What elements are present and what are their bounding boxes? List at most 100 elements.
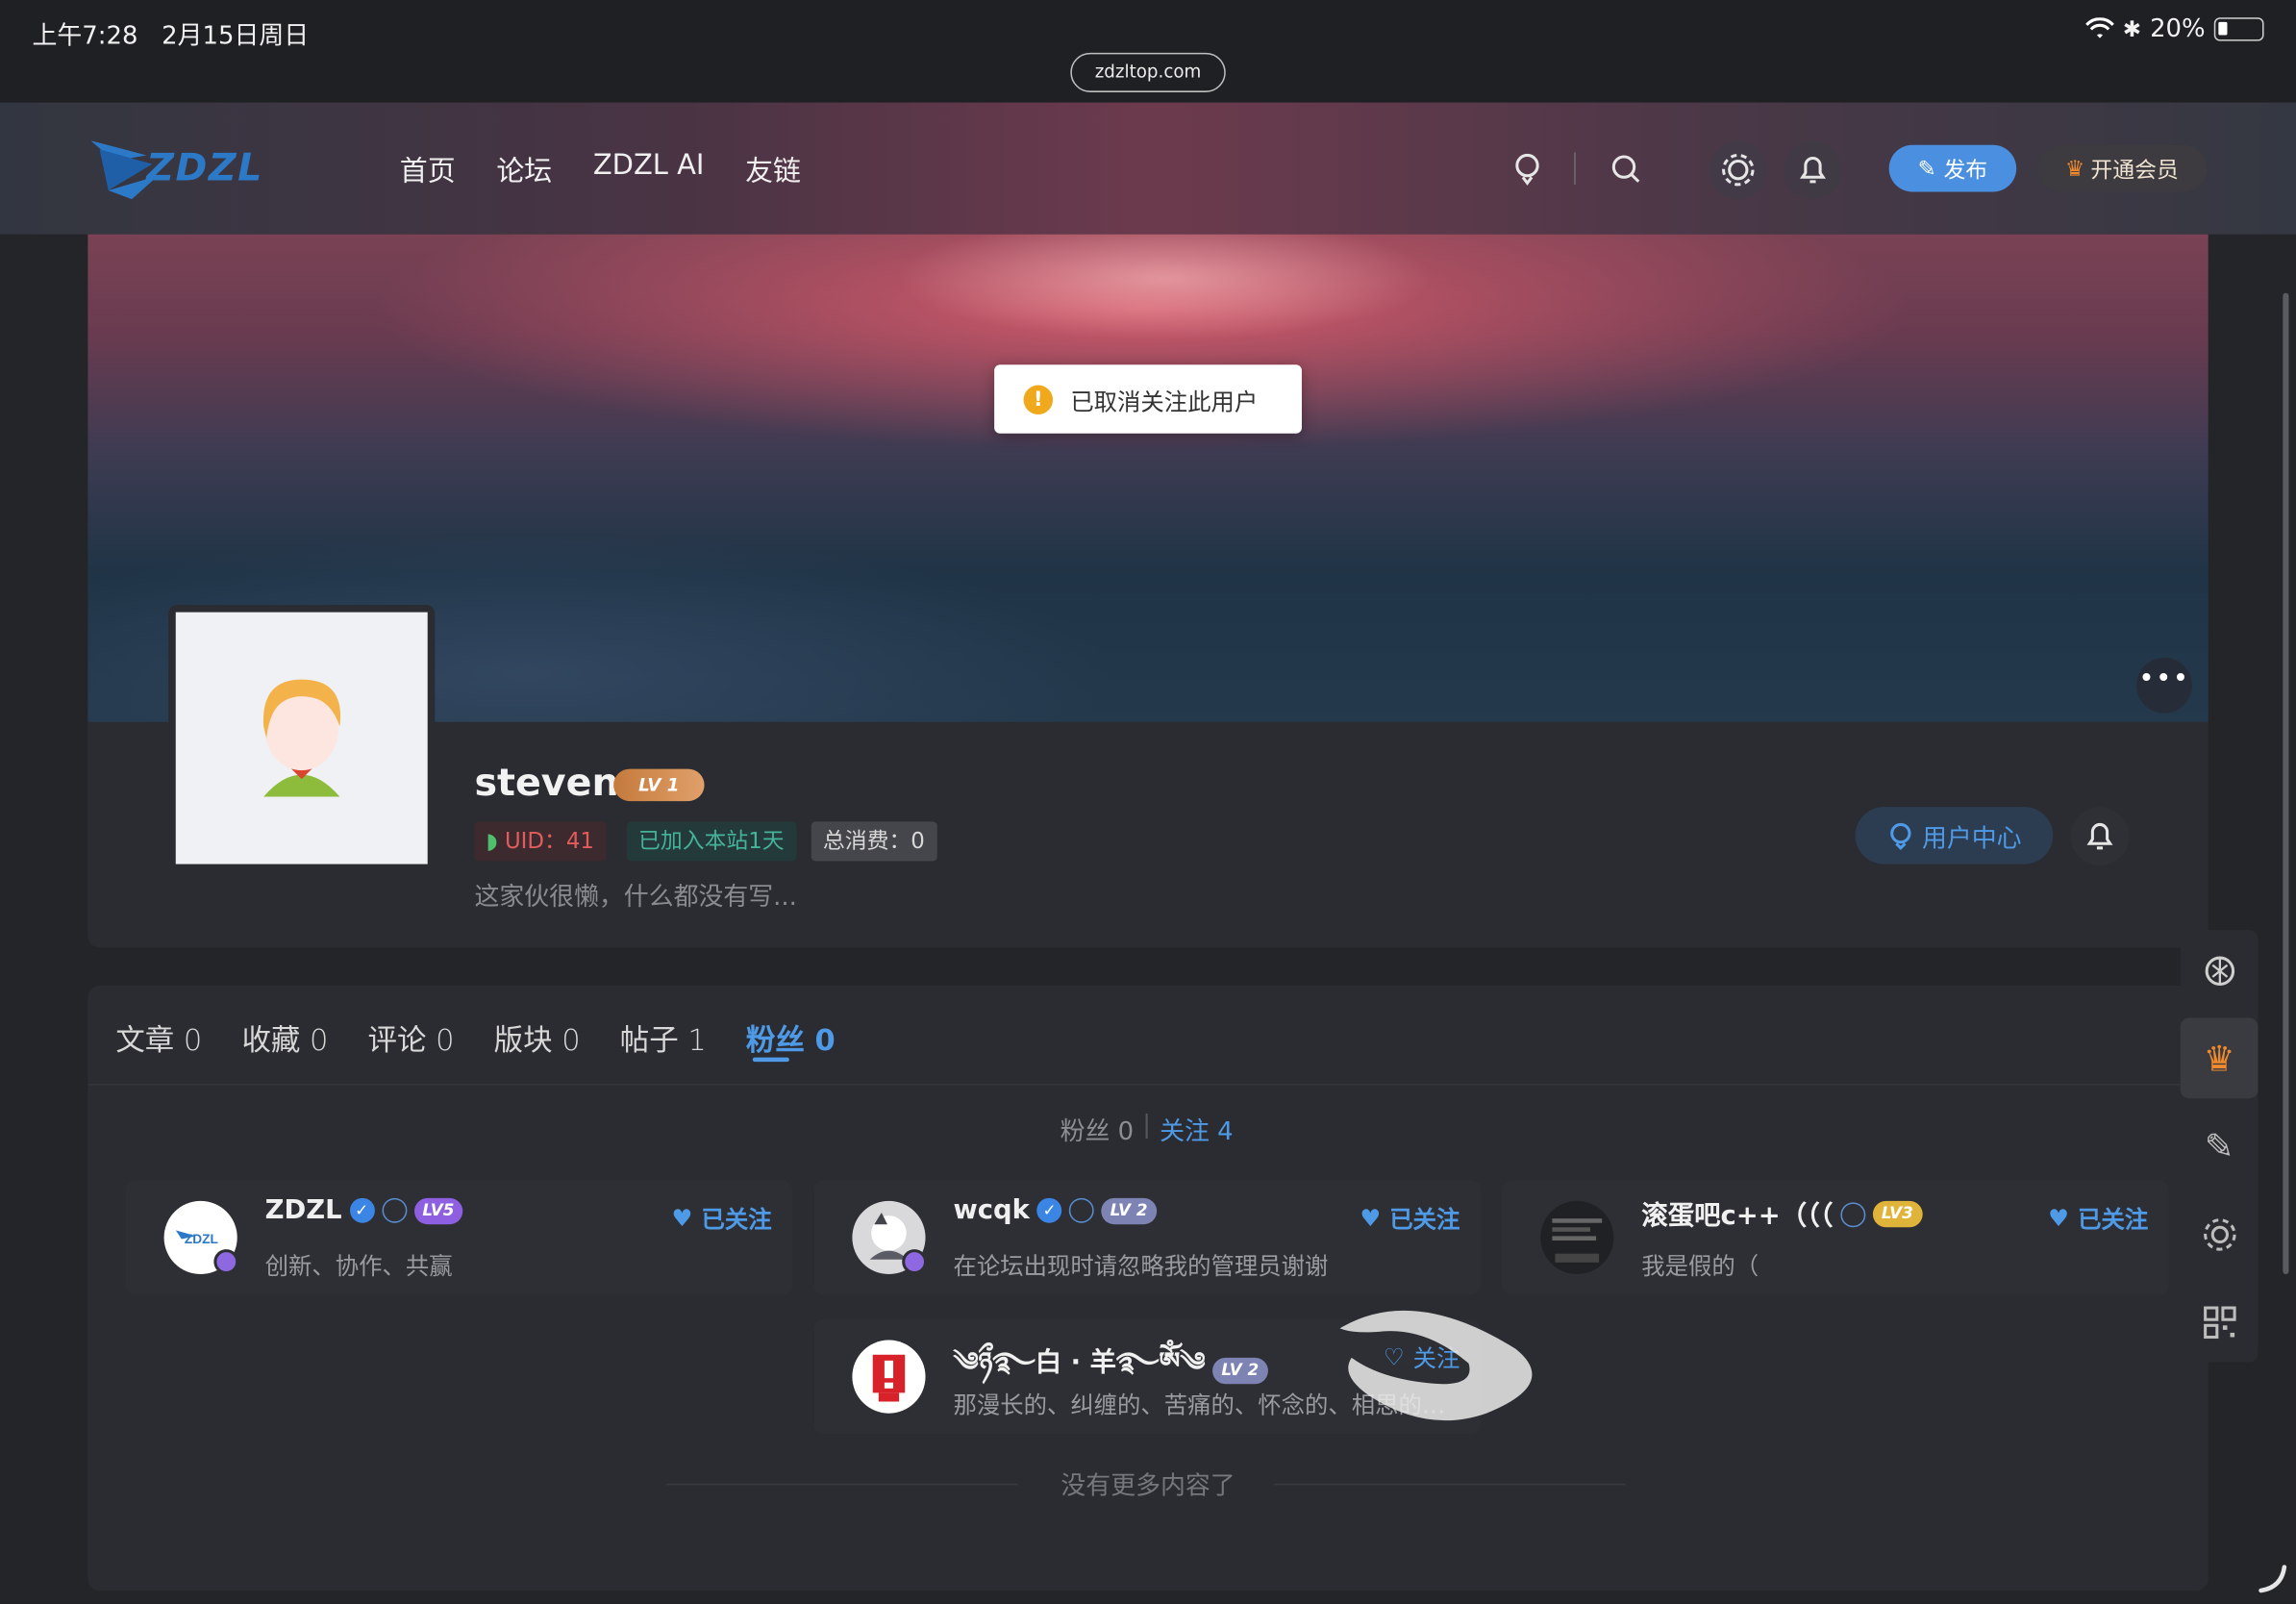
follow-label: 已关注: [1389, 1205, 1460, 1234]
verified-badge-icon: [213, 1249, 239, 1275]
following-count[interactable]: 关注 4: [1160, 1110, 1234, 1146]
date: 2月15日周日: [162, 21, 310, 52]
status-right: ✱ 20%: [2084, 14, 2264, 44]
qrcode-side-button[interactable]: [2181, 1282, 2259, 1363]
nav-ai[interactable]: ZDZL AI: [593, 149, 705, 188]
chatgpt-button[interactable]: [2181, 930, 2259, 1011]
active-tab-indicator: [752, 1057, 789, 1063]
screen-root: 上午7:28 2月15日周日 ✱ 20% zdzltop.com ZDZL 首页…: [0, 0, 2296, 1604]
publish-label: 发布: [1943, 156, 1988, 183]
tab-count: 0: [183, 1022, 203, 1058]
edit-side-button[interactable]: ✎: [2181, 1106, 2259, 1187]
vip-side-button[interactable]: ♛: [2180, 1017, 2259, 1099]
battery-icon: [2213, 17, 2264, 41]
ai-assistant-icon[interactable]: [1506, 146, 1550, 190]
logo-text: ZDZL: [146, 146, 263, 190]
counts-separator: |: [1142, 1110, 1152, 1140]
wifi-icon: [2084, 17, 2114, 38]
user-name[interactable]: 滚蛋吧c++（（（: [1641, 1195, 1833, 1234]
user-center-label: 用户中心: [1921, 824, 2022, 854]
follow-counts: 粉丝 0 | 关注 4: [1061, 1110, 1234, 1146]
fans-count[interactable]: 粉丝 0: [1061, 1110, 1135, 1146]
theme-toggle-button[interactable]: [1709, 140, 1768, 200]
search-icon[interactable]: [1604, 146, 1648, 190]
tab-articles[interactable]: 文章 0: [115, 1016, 202, 1059]
gear-icon: [1722, 153, 1755, 187]
follow-button[interactable]: ♥ 已关注: [1360, 1199, 1460, 1235]
warning-icon: !: [1023, 384, 1054, 414]
profile-bell-button[interactable]: [2070, 807, 2130, 866]
vip-button[interactable]: ♛ 开通会员: [2036, 144, 2208, 192]
user-name-row: wcqk ✓ LV 2: [953, 1195, 1157, 1226]
tab-sections[interactable]: 版块 0: [494, 1016, 581, 1059]
user-card[interactable]: wcqk ✓ LV 2 在论坛出现时请忽略我的管理员谢谢 ♥ 已关注: [813, 1180, 1481, 1295]
svg-text:ZDZL: ZDZL: [185, 1232, 218, 1246]
nav-links[interactable]: 友链: [745, 149, 801, 188]
spent-tag: 总消费：0: [811, 821, 937, 862]
pencil-icon: ✎: [1917, 155, 1936, 182]
settings-side-button[interactable]: [2181, 1193, 2259, 1274]
crown-icon: ♛: [2203, 1038, 2235, 1079]
battery-percent: 20%: [2150, 14, 2206, 44]
user-description: 在论坛出现时请忽略我的管理员谢谢: [953, 1252, 1329, 1281]
android-icon: ◗: [486, 827, 498, 854]
tab-comments[interactable]: 评论 0: [368, 1016, 455, 1059]
nav-home[interactable]: 首页: [400, 149, 456, 188]
admin-icon: [1840, 1201, 1866, 1227]
page-scrollbar[interactable]: [2283, 292, 2289, 1275]
pencil-icon: ✎: [2204, 1125, 2234, 1167]
user-card[interactable]: 滚蛋吧c++（（（ LV3 我是假的（ ♥ 已关注: [1502, 1180, 2169, 1295]
user-avatar[interactable]: [1540, 1200, 1614, 1275]
no-more-content: 没有更多内容了: [1061, 1471, 1235, 1502]
tab-label: 帖子: [619, 1022, 679, 1058]
admin-icon: [1069, 1197, 1094, 1223]
red-pixel-avatar-icon: [872, 1354, 906, 1402]
tab-count: 0: [814, 1022, 836, 1058]
follow-label: 已关注: [2078, 1205, 2149, 1234]
nav-forum[interactable]: 论坛: [496, 149, 552, 188]
tabs-divider: [87, 1084, 2209, 1086]
tab-label: 文章: [115, 1022, 175, 1058]
user-name[interactable]: ZDZL: [265, 1195, 342, 1226]
vip-label: 开通会员: [2090, 156, 2179, 183]
toast-message: 已取消关注此用户: [1070, 387, 1259, 415]
status-bar: 上午7:28 2月15日周日 ✱ 20% zdzltop.com: [0, 0, 2296, 103]
user-center-button[interactable]: 用户中心: [1855, 807, 2054, 865]
heart-icon: ♥: [671, 1203, 693, 1232]
verified-check-icon: ✓: [349, 1197, 375, 1223]
address-bar[interactable]: zdzltop.com: [1070, 52, 1226, 92]
more-options-button[interactable]: •••: [2136, 657, 2192, 714]
heart-icon: ♥: [2048, 1203, 2069, 1232]
verified-check-icon: ✓: [1036, 1197, 1062, 1223]
notifications-button[interactable]: [1784, 140, 1842, 200]
bluetooth-icon: ✱: [2122, 15, 2141, 43]
tab-posts[interactable]: 帖子 1: [620, 1016, 707, 1059]
site-logo[interactable]: ZDZL: [87, 132, 270, 205]
follow-button[interactable]: ♥ 已关注: [672, 1199, 772, 1235]
tab-label: 收藏: [241, 1022, 301, 1058]
user-name[interactable]: wcqk: [953, 1195, 1029, 1226]
tab-fans[interactable]: 粉丝 0: [746, 1016, 836, 1059]
user-card[interactable]: ZDZL ZDZL ✓ LV5 创新、协作、共赢 ♥ 已关注: [125, 1180, 792, 1295]
tab-label: 版块: [493, 1022, 553, 1058]
follow-button[interactable]: ♥ 已关注: [2048, 1199, 2148, 1235]
profile-avatar[interactable]: [168, 604, 436, 872]
gear-icon: [2203, 1217, 2235, 1250]
ai-assistant-icon: [1889, 822, 1910, 850]
verified-badge-icon: [902, 1249, 928, 1275]
user-name-row: 滚蛋吧c++（（（ LV3: [1641, 1195, 1922, 1234]
user-avatar[interactable]: [852, 1340, 926, 1414]
user-description: 创新、协作、共赢: [264, 1252, 453, 1281]
tab-label: 粉丝: [745, 1022, 805, 1058]
toast-notification: ! 已取消关注此用户: [994, 364, 1302, 434]
tab-count: 0: [436, 1022, 455, 1058]
clock: 上午7:28: [32, 21, 138, 52]
user-level-badge: LV 2: [1101, 1197, 1157, 1224]
tab-count: 0: [562, 1022, 581, 1058]
tab-favorites[interactable]: 收藏 0: [241, 1016, 328, 1059]
site-header: ZDZL 首页 论坛 ZDZL AI 友链 ✎ 发布 ♛ 开通会员: [0, 102, 2296, 235]
crown-icon: ♛: [2064, 155, 2085, 182]
status-time: 上午7:28 2月15日周日: [33, 14, 310, 51]
publish-button[interactable]: ✎ 发布: [1888, 144, 2017, 192]
resize-handle-icon[interactable]: [2255, 1562, 2290, 1594]
